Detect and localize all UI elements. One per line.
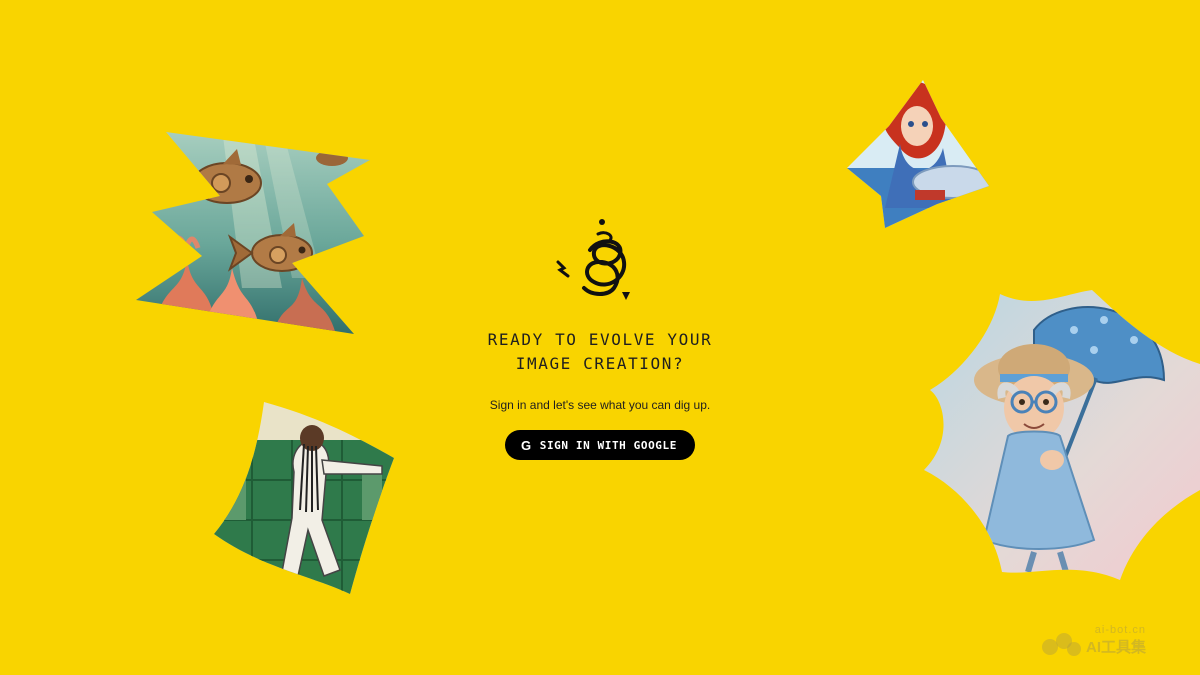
- sign-in-with-google-button[interactable]: G SIGN IN WITH GOOGLE: [505, 430, 695, 460]
- watermark-logo-icon: [1042, 633, 1081, 656]
- grandma-umbrella-image: [924, 290, 1200, 580]
- squiggle-logo-icon: [550, 210, 650, 310]
- anime-girl-image: [845, 78, 995, 230]
- headline-line-2: IMAGE CREATION?: [515, 354, 685, 373]
- headline: READY TO EVOLVE YOUR IMAGE CREATION?: [400, 328, 800, 376]
- google-g-icon: G: [521, 437, 532, 453]
- signin-subtext: Sign in and let's see what you can dig u…: [489, 398, 711, 412]
- signin-panel: READY TO EVOLVE YOUR IMAGE CREATION? Sig…: [400, 210, 800, 460]
- page: READY TO EVOLVE YOUR IMAGE CREATION? Sig…: [0, 0, 1200, 675]
- fish-collage-image: [132, 128, 377, 338]
- dancer-artwork-image: [212, 400, 398, 596]
- sign-in-button-label: SIGN IN WITH GOOGLE: [539, 438, 677, 452]
- headline-line-1: READY TO EVOLVE YOUR: [487, 330, 713, 349]
- watermark-domain: ai-bot.cn: [1094, 624, 1146, 636]
- watermark-title: AI工具集: [1085, 639, 1146, 656]
- watermark: ai-bot.cn AI工具集: [1086, 624, 1146, 657]
